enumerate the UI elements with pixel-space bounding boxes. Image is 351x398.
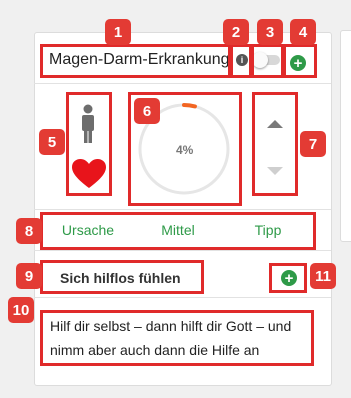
- annotation-box-8: [40, 212, 316, 250]
- header-divider: [34, 83, 331, 84]
- annotation-box-11: [269, 263, 307, 293]
- annotation-badge-8: 8: [16, 218, 42, 244]
- annotation-box-9: [40, 260, 204, 294]
- annotation-box-4: [283, 44, 317, 78]
- annotation-box-5: [66, 92, 112, 196]
- next-card-edge: [340, 30, 351, 242]
- annotation-badge-4: 4: [290, 19, 316, 45]
- tabs-divider: [34, 209, 331, 210]
- annotation-box-10: [40, 310, 314, 366]
- annotation-box-3: [251, 44, 284, 78]
- annotation-badge-2: 2: [223, 19, 249, 45]
- annotation-badge-9: 9: [16, 263, 42, 289]
- annotation-badge-3: 3: [257, 19, 283, 45]
- annotation-badge-7: 7: [300, 131, 326, 157]
- annotation-badge-11: 11: [310, 263, 336, 289]
- feeling-divider: [34, 297, 331, 298]
- annotation-badge-5: 5: [39, 129, 65, 155]
- annotation-box-1: [40, 44, 231, 78]
- annotation-box-2: [230, 44, 252, 78]
- tabs-bottom-divider: [34, 250, 331, 251]
- annotation-badge-10: 10: [8, 297, 34, 323]
- annotation-box-7: [252, 92, 298, 196]
- annotation-badge-1: 1: [105, 19, 131, 45]
- annotation-badge-6: 6: [134, 98, 160, 124]
